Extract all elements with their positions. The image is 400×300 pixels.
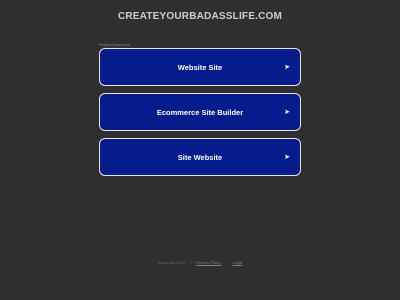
- related-search-button-website-site[interactable]: Website Site ➤: [99, 48, 301, 86]
- parked-domain-page: CREATEYOURBADASSLIFE.COM Related searche…: [0, 0, 400, 300]
- related-search-button-ecommerce-site-builder[interactable]: Ecommerce Site Builder ➤: [99, 93, 301, 131]
- related-search-label: Ecommerce Site Builder: [156, 107, 244, 117]
- related-searches-list: Website Site ➤ Ecommerce Site Builder ➤ …: [99, 48, 301, 183]
- related-searches-label: Related searches: [99, 42, 131, 47]
- related-search-label: Site Website: [177, 152, 223, 162]
- arrow-right-icon: ➤: [284, 109, 290, 116]
- arrow-right-icon: ➤: [284, 154, 290, 161]
- footer: Copyright 2024 | Privacy Policy | Legal: [0, 260, 400, 265]
- arrow-right-icon: ➤: [284, 64, 290, 71]
- site-title: CREATEYOURBADASSLIFE.COM: [117, 11, 283, 22]
- footer-separator: |: [226, 260, 228, 265]
- copyright-text: Copyright 2024: [157, 260, 185, 265]
- footer-separator: |: [190, 260, 192, 265]
- related-search-label: Website Site: [177, 62, 223, 72]
- related-search-button-site-website[interactable]: Site Website ➤: [99, 138, 301, 176]
- legal-link[interactable]: Legal: [232, 260, 242, 265]
- privacy-policy-link[interactable]: Privacy Policy: [196, 260, 221, 265]
